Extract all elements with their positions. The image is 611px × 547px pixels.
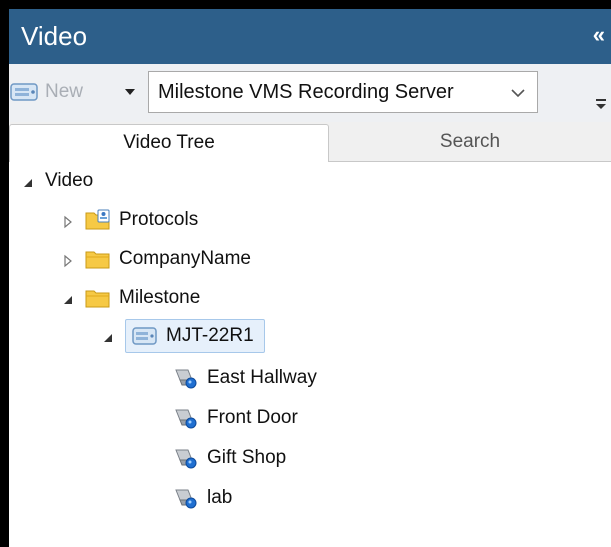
tab-search[interactable]: Search — [329, 124, 611, 162]
tree-node-milestone[interactable]: Milestone — [61, 282, 200, 314]
tree-node-companyname[interactable]: CompanyName — [61, 243, 251, 275]
panel-title: Video — [21, 21, 88, 51]
collapsed-arrow-icon[interactable] — [61, 213, 75, 229]
tree-node-video[interactable]: Video — [21, 165, 93, 197]
tab-strip: Video Tree Search — [9, 122, 611, 163]
chevron-down-icon — [509, 84, 527, 102]
toolbar-overflow-icon[interactable] — [595, 97, 607, 111]
new-button[interactable]: New — [9, 78, 83, 106]
tree-node-label: East Hallway — [207, 367, 317, 388]
tree-node-label: Protocols — [119, 209, 199, 230]
tree-node-camera-east-hallway[interactable]: East Hallway — [173, 362, 317, 394]
tree-node-label: lab — [207, 487, 233, 508]
camera-icon — [173, 366, 199, 390]
expanded-arrow-icon[interactable] — [21, 174, 35, 188]
recording-server-select[interactable]: Milestone VMS Recording Server — [148, 71, 538, 113]
collapse-panel-icon[interactable]: « — [593, 22, 605, 48]
tree-node-label: Gift Shop — [207, 447, 287, 468]
video-tree: Video Protocols CompanyName Milestone MJ… — [9, 162, 611, 547]
tree-node-label: Video — [45, 170, 94, 191]
tree-node-label: Front Door — [207, 407, 298, 428]
tree-node-protocols[interactable]: Protocols — [61, 204, 198, 236]
video-panel: Video « New Milestone VMS Recording Serv… — [0, 0, 611, 547]
server-icon — [9, 80, 41, 104]
tree-node-label: Milestone — [119, 287, 201, 308]
camera-icon — [173, 406, 199, 430]
protocols-folder-icon — [85, 208, 111, 232]
collapsed-arrow-icon[interactable] — [61, 252, 75, 268]
folder-icon — [85, 247, 111, 271]
folder-icon — [85, 286, 111, 310]
tree-node-label: MJT-22R1 — [166, 325, 254, 346]
camera-icon — [173, 446, 199, 470]
new-button-label: New — [45, 81, 84, 102]
expanded-arrow-icon[interactable] — [101, 329, 115, 343]
panel-titlebar: Video « — [9, 9, 611, 64]
expanded-arrow-icon[interactable] — [61, 291, 75, 305]
panel-toolbar: New Milestone VMS Recording Server — [9, 64, 611, 122]
tab-video-tree[interactable]: Video Tree — [9, 124, 329, 163]
server-icon — [132, 324, 158, 348]
tree-node-label: CompanyName — [119, 248, 251, 269]
tree-node-camera-gift-shop[interactable]: Gift Shop — [173, 442, 286, 474]
tree-node-camera-front-door[interactable]: Front Door — [173, 402, 298, 434]
recording-server-select-value: Milestone VMS Recording Server — [158, 81, 454, 103]
new-dropdown-arrow-icon[interactable] — [122, 84, 138, 100]
tree-node-camera-lab[interactable]: lab — [173, 482, 232, 514]
tree-node-mjt-22r1[interactable]: MJT-22R1 — [101, 319, 265, 353]
selected-node-highlight[interactable]: MJT-22R1 — [125, 319, 265, 353]
camera-icon — [173, 486, 199, 510]
